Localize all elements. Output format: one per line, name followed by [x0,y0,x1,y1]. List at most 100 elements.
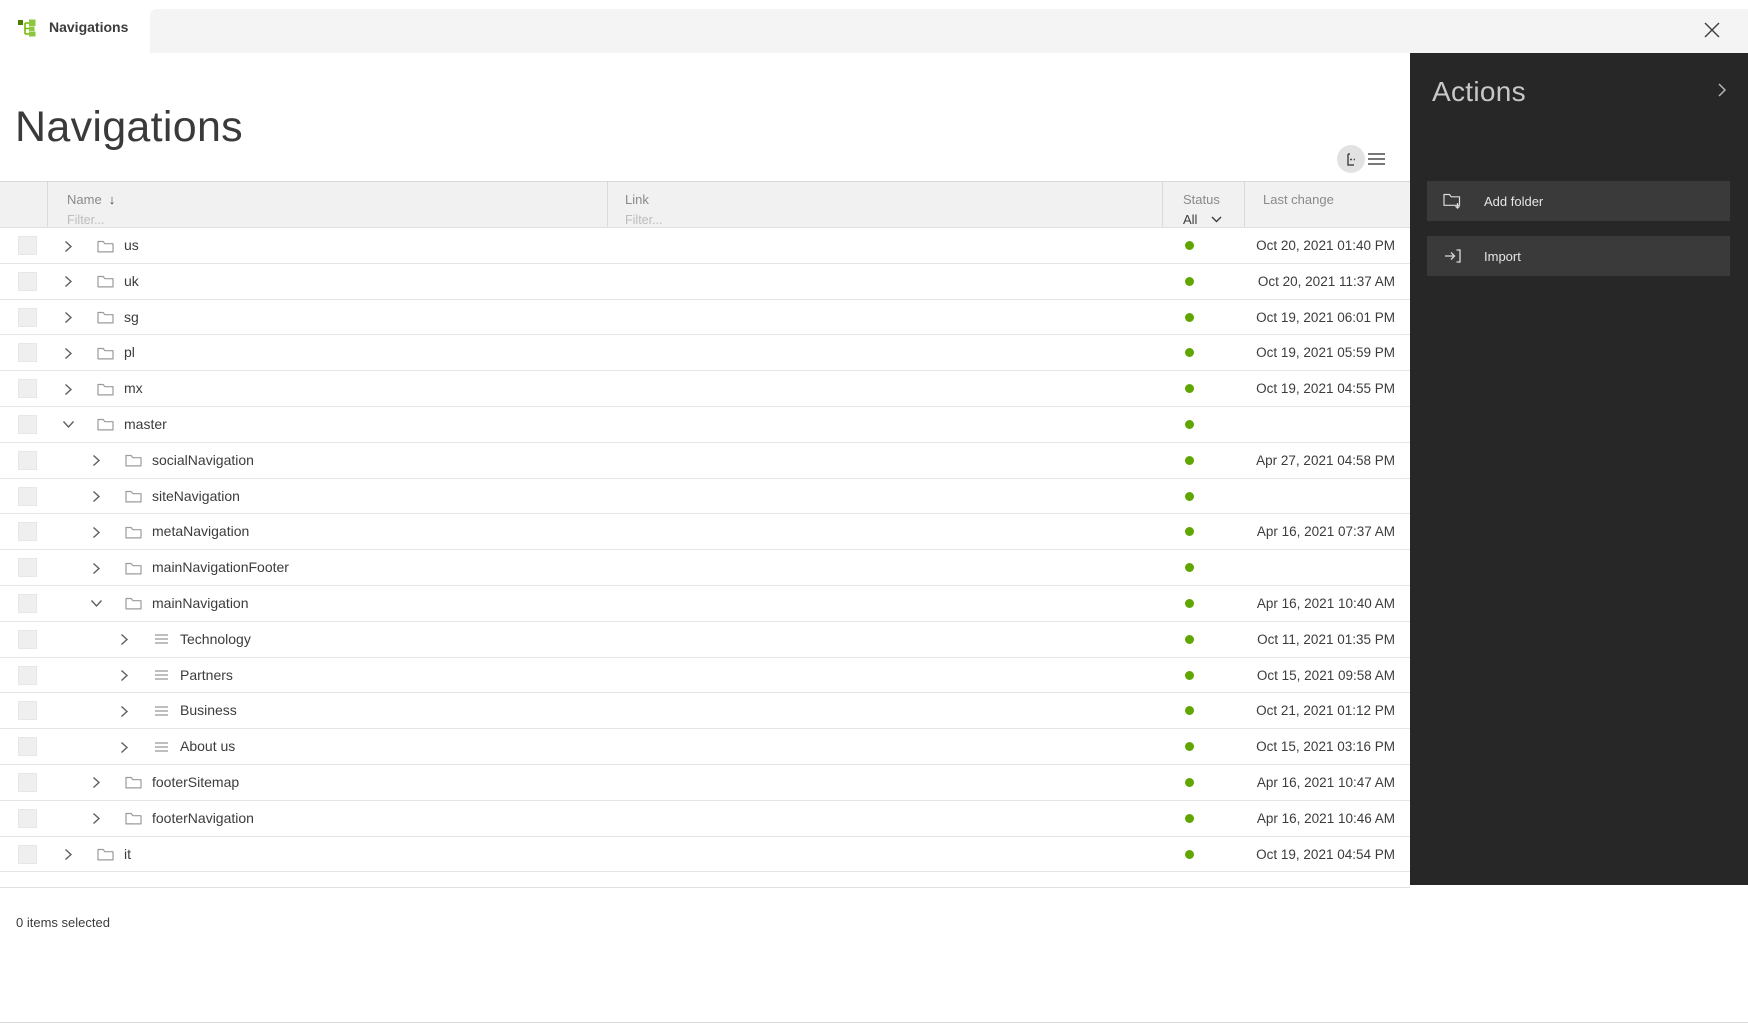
table-row[interactable]: footerNavigation Apr 16, 2021 10:46 AM [0,801,1410,837]
row-checkbox[interactable] [18,379,37,398]
import-icon [1443,248,1463,264]
column-header-link[interactable]: Link Filter... [608,182,1163,227]
nav-item-icon [154,669,169,681]
status-dot [1185,563,1194,572]
folder-icon [125,453,142,467]
expand-chevron-icon[interactable] [89,525,103,539]
tree-table-body: us Oct 20, 2021 01:40 PM uk Oct 20, 2021… [0,228,1410,872]
table-row[interactable]: sg Oct 19, 2021 06:01 PM [0,300,1410,336]
row-checkbox[interactable] [18,272,37,291]
last-change: Oct 15, 2021 09:58 AM [1257,668,1395,683]
row-checkbox[interactable] [18,594,37,613]
row-checkbox[interactable] [18,343,37,362]
row-checkbox[interactable] [18,701,37,720]
status-dot [1185,671,1194,680]
table-row[interactable]: Partners Oct 15, 2021 09:58 AM [0,658,1410,694]
last-change: Oct 21, 2021 01:12 PM [1256,703,1395,718]
expand-chevron-icon[interactable] [61,275,75,289]
column-header-name[interactable]: Name↓ Filter... [48,182,608,227]
status-dot [1185,492,1194,501]
row-checkbox[interactable] [18,308,37,327]
column-header-last-change[interactable]: Last change [1245,182,1410,227]
close-icon[interactable] [1703,21,1721,39]
expand-chevron-icon[interactable] [61,346,75,360]
import-button[interactable]: Import [1427,236,1730,276]
row-checkbox[interactable] [18,522,37,541]
expand-chevron-icon[interactable] [61,382,75,396]
row-name: us [124,237,139,253]
row-checkbox[interactable] [18,666,37,685]
panel-collapse-chevron-icon[interactable] [1717,82,1727,98]
last-change: Apr 16, 2021 10:46 AM [1257,811,1395,826]
expand-chevron-icon[interactable] [89,597,103,611]
status-dot [1185,778,1194,787]
status-dot [1185,850,1194,859]
last-change: Oct 19, 2021 04:54 PM [1256,847,1395,862]
expand-chevron-icon[interactable] [89,454,103,468]
list-view-toggle[interactable] [1367,150,1385,168]
table-row[interactable]: About us Oct 15, 2021 03:16 PM [0,729,1410,765]
folder-icon [97,417,114,431]
expand-chevron-icon[interactable] [117,669,131,683]
table-row[interactable]: footerSitemap Apr 16, 2021 10:47 AM [0,765,1410,801]
table-header: Name↓ Filter... Link Filter... Status Al… [0,181,1410,228]
row-checkbox[interactable] [18,737,37,756]
table-row[interactable]: Business Oct 21, 2021 01:12 PM [0,693,1410,729]
nav-item-icon [154,741,169,753]
expand-chevron-icon[interactable] [61,311,75,325]
expand-chevron-icon[interactable] [89,812,103,826]
row-checkbox[interactable] [18,451,37,470]
row-checkbox[interactable] [18,630,37,649]
table-row[interactable]: master [0,407,1410,443]
table-row[interactable]: uk Oct 20, 2021 11:37 AM [0,264,1410,300]
column-header-status[interactable]: Status All [1163,182,1245,227]
row-checkbox[interactable] [18,558,37,577]
table-row[interactable]: mx Oct 19, 2021 04:55 PM [0,371,1410,407]
status-filter-select[interactable]: All [1183,212,1244,227]
row-checkbox[interactable] [18,809,37,828]
expand-chevron-icon[interactable] [61,418,75,432]
last-change: Oct 20, 2021 11:37 AM [1258,274,1395,289]
expand-chevron-icon[interactable] [117,740,131,754]
row-checkbox[interactable] [18,845,37,864]
tree-view-toggle[interactable] [1337,145,1365,173]
row-checkbox[interactable] [18,236,37,255]
expand-chevron-icon[interactable] [61,239,75,253]
row-name: Technology [180,631,251,647]
row-checkbox[interactable] [18,487,37,506]
expand-chevron-icon[interactable] [89,561,103,575]
sort-desc-icon: ↓ [109,192,116,207]
table-row[interactable]: it Oct 19, 2021 04:54 PM [0,837,1410,873]
header-checkbox-column [0,182,48,227]
row-name: metaNavigation [152,523,249,539]
name-filter-input[interactable]: Filter... [67,213,607,227]
table-row[interactable]: pl Oct 19, 2021 05:59 PM [0,335,1410,371]
add-folder-button[interactable]: Add folder [1427,181,1730,221]
folder-icon [125,596,142,610]
row-name: sg [124,309,139,325]
table-row[interactable]: metaNavigation Apr 16, 2021 07:37 AM [0,514,1410,550]
expand-chevron-icon[interactable] [117,633,131,647]
expand-chevron-icon[interactable] [89,490,103,504]
expand-chevron-icon[interactable] [89,776,103,790]
row-checkbox[interactable] [18,415,37,434]
link-filter-input[interactable]: Filter... [625,213,1162,227]
status-dot [1185,814,1194,823]
tab-navigations[interactable]: Navigations [0,0,150,53]
table-row[interactable]: Technology Oct 11, 2021 01:35 PM [0,622,1410,658]
table-row[interactable]: mainNavigation Apr 16, 2021 10:40 AM [0,586,1410,622]
status-dot [1185,527,1194,536]
row-checkbox[interactable] [18,773,37,792]
expand-chevron-icon[interactable] [61,848,75,862]
table-row[interactable]: mainNavigationFooter [0,550,1410,586]
table-row[interactable]: socialNavigation Apr 27, 2021 04:58 PM [0,443,1410,479]
expand-chevron-icon[interactable] [117,704,131,718]
table-row[interactable]: us Oct 20, 2021 01:40 PM [0,228,1410,264]
row-name: siteNavigation [152,488,240,504]
folder-icon [97,346,114,360]
status-dot [1185,277,1194,286]
table-row[interactable]: siteNavigation [0,479,1410,515]
last-change: Apr 27, 2021 04:58 PM [1256,453,1395,468]
status-dot [1185,599,1194,608]
folder-icon [97,239,114,253]
